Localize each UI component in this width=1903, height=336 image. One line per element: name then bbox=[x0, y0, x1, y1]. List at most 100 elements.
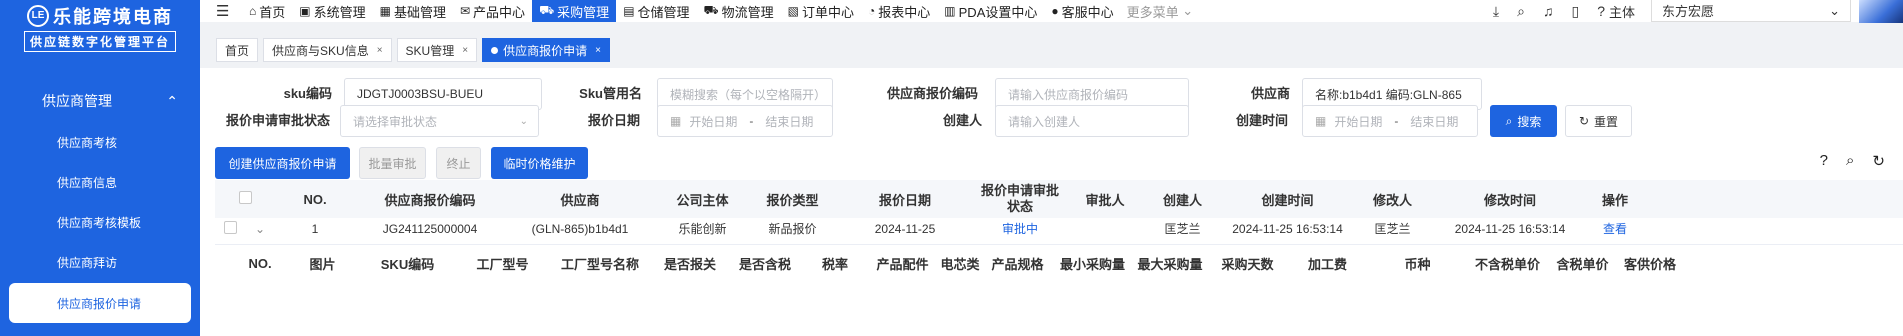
expand-row-icon[interactable]: ⌄ bbox=[245, 222, 275, 236]
tab-quote-request[interactable]: 供应商报价申请 × bbox=[482, 38, 610, 62]
nav-more-menu[interactable]: 更多菜单 ⌄ bbox=[1127, 0, 1194, 22]
temp-price-maintenance-button[interactable]: 临时价格维护 bbox=[491, 147, 588, 179]
batch-approve-button[interactable]: 批量审批 bbox=[359, 147, 426, 179]
sub-header-currency: 币种 bbox=[1404, 257, 1431, 272]
tab-label: 首页 bbox=[225, 43, 250, 58]
sidebar-item-label: 供应商考核模板 bbox=[57, 215, 142, 230]
cell-quote-type: 新品报价 bbox=[768, 222, 817, 236]
nav-item-home[interactable]: ⌂ 首页 bbox=[242, 0, 292, 22]
sidebar-item-supplier-assessment[interactable]: 供应商考核 bbox=[0, 122, 200, 162]
view-link[interactable]: 查看 bbox=[1590, 220, 1640, 237]
terminate-button[interactable]: 终止 bbox=[436, 147, 481, 179]
sidebar-submenu: 供应商考核 供应商信息 供应商考核模板 供应商拜访 供应商报价申请 bbox=[0, 122, 200, 323]
help-icon[interactable]: ? bbox=[1597, 3, 1605, 19]
header-company: 公司主体 bbox=[676, 192, 729, 208]
tab-home[interactable]: 首页 bbox=[216, 38, 259, 62]
sidebar-item-label: 供应商拜访 bbox=[57, 255, 118, 270]
search-icon[interactable]: ⌕ bbox=[1846, 152, 1854, 170]
hamburger-icon[interactable]: ☰ bbox=[216, 2, 242, 20]
nav-item-orders[interactable]: ▧ 订单中心 bbox=[781, 0, 861, 22]
nav-item-system[interactable]: ▣ 系统管理 bbox=[292, 0, 372, 22]
nav-label: 首页 bbox=[259, 4, 286, 20]
nav-label: 仓储管理 bbox=[637, 4, 690, 20]
quote-date-range[interactable]: ▦ 开始日期 - 结束日期 bbox=[657, 105, 833, 137]
table-row[interactable]: ⌄ 1 JG241125000004 (GLN-865)b1b4d1 乐能创新 … bbox=[215, 213, 1903, 245]
page-tabs: 首页 供应商与SKU信息 × SKU管理 × 供应商报价申请 × bbox=[200, 38, 610, 62]
top-navbar: ☰ ⌂ 首页 ▣ 系统管理 ▦ 基础管理 ✉ 产品中心 ⛟ 采购管理 ▤ 仓储管理 ⛟ 物流管… bbox=[200, 0, 1903, 23]
company-select-value: 东方宏愿 bbox=[1662, 4, 1715, 19]
nav-item-customer-service[interactable]: ● 客服中心 bbox=[1044, 0, 1120, 22]
sidebar-item-label: 供应商信息 bbox=[57, 175, 118, 190]
close-icon[interactable]: × bbox=[377, 45, 383, 56]
main-content: sku编码 JDGTJ0003BSU-BUEU Sku管用名 模糊搜索（每个以空… bbox=[200, 68, 1903, 336]
search-icon[interactable]: ⌕ bbox=[1517, 3, 1525, 20]
sub-header-min-qty: 最小采购量 bbox=[1059, 257, 1125, 272]
search-button[interactable]: ⌕ 搜索 bbox=[1490, 105, 1557, 137]
nav-item-warehouse[interactable]: ▤ 仓储管理 bbox=[616, 0, 696, 22]
nav-item-purchase[interactable]: ⛟ 采购管理 bbox=[532, 0, 617, 22]
sub-header-price-incl-tax: 含税单价 bbox=[1556, 257, 1609, 272]
cell-quote-date: 2024-11-25 bbox=[874, 221, 936, 236]
top-nav-menu: ⌂ 首页 ▣ 系统管理 ▦ 基础管理 ✉ 产品中心 ⛟ 采购管理 ▤ 仓储管理 ⛟ 物流管理 … bbox=[242, 0, 1193, 22]
create-time-range[interactable]: ▦ 开始日期 - 结束日期 bbox=[1302, 105, 1478, 137]
sub-header-no: NO. bbox=[248, 256, 272, 271]
user-icon: ● bbox=[1051, 4, 1059, 18]
nav-item-product[interactable]: ✉ 产品中心 bbox=[453, 0, 532, 22]
date-start-placeholder: 开始日期 bbox=[1334, 114, 1383, 129]
nav-label: PDA设置中心 bbox=[958, 4, 1038, 20]
sidebar-item-supplier-info[interactable]: 供应商信息 bbox=[0, 162, 200, 202]
select-all-checkbox[interactable] bbox=[238, 191, 252, 204]
search-button-label: 搜索 bbox=[1517, 114, 1542, 129]
bell-icon[interactable]: ♫ bbox=[1543, 3, 1554, 19]
tab-supplier-sku-info[interactable]: 供应商与SKU信息 × bbox=[263, 38, 392, 62]
reset-button[interactable]: ↻ 重置 bbox=[1565, 105, 1632, 137]
refresh-icon[interactable]: ↻ bbox=[1872, 152, 1885, 170]
nav-item-logistics[interactable]: ⛟ 物流管理 bbox=[697, 0, 781, 22]
sidebar-item-label: 供应商考核 bbox=[57, 135, 118, 150]
chevron-down-icon: ⌄ bbox=[1829, 2, 1840, 18]
header-quote-code: 供应商报价编码 bbox=[384, 192, 476, 208]
sub-header-factory-model-name: 工厂型号名称 bbox=[560, 257, 639, 272]
nav-label: 产品中心 bbox=[473, 4, 526, 20]
create-quote-request-button[interactable]: 创建供应商报价申请 bbox=[215, 147, 350, 179]
header-supplier: 供应商 bbox=[560, 192, 600, 208]
nav-item-reports[interactable]: ◔ 报表中心 bbox=[861, 0, 937, 22]
creator-input[interactable]: 请输入创建人 bbox=[995, 105, 1189, 137]
avatar[interactable] bbox=[1859, 0, 1903, 23]
help-icon[interactable]: ? bbox=[1820, 152, 1828, 170]
warehouse-icon: ▤ bbox=[623, 4, 635, 18]
creator-label: 创建人 bbox=[942, 113, 982, 128]
tab-sku-management[interactable]: SKU管理 × bbox=[396, 38, 478, 62]
truck-icon: ⛟ bbox=[539, 3, 555, 17]
refresh-icon: ↻ bbox=[1578, 114, 1590, 128]
approval-status-select[interactable]: 请选择审批状态 ⌄ bbox=[340, 105, 539, 137]
download-icon[interactable]: ⤓ bbox=[1493, 3, 1499, 20]
nav-item-basic[interactable]: ▦ 基础管理 bbox=[373, 0, 453, 22]
brand-logo[interactable]: LE 乐能跨境电商 供应链数字化管理平台 bbox=[0, 0, 200, 52]
sidebar-group-supplier-management[interactable]: 供应商管理 ⌃ bbox=[0, 80, 200, 122]
sidebar-group-label: 供应商管理 bbox=[42, 93, 112, 109]
sub-header-processing-fee: 加工费 bbox=[1307, 257, 1347, 272]
date-end-placeholder: 结束日期 bbox=[1410, 114, 1459, 129]
nav-item-pda[interactable]: ▥ PDA设置中心 bbox=[937, 0, 1044, 22]
sidebar-item-assessment-template[interactable]: 供应商考核模板 bbox=[0, 202, 200, 242]
close-icon[interactable]: × bbox=[462, 45, 468, 56]
nav-label: 客服中心 bbox=[1061, 4, 1114, 20]
close-icon[interactable]: × bbox=[595, 45, 601, 56]
row-checkbox[interactable] bbox=[223, 220, 237, 234]
company-select[interactable]: 东方宏愿 ⌄ bbox=[1651, 0, 1851, 22]
create-time-label: 创建时间 bbox=[1235, 113, 1288, 128]
tab-label: 供应商报价申请 bbox=[503, 43, 588, 58]
search-icon: ⌕ bbox=[1505, 113, 1513, 128]
sub-header-spec: 产品规格 bbox=[991, 257, 1044, 272]
sidebar-item-quote-request[interactable]: 供应商报价申请 bbox=[9, 283, 191, 323]
brand-title: 乐能跨境电商 bbox=[53, 6, 173, 27]
cell-approval-status[interactable]: 审批中 bbox=[975, 220, 1065, 237]
nav-label: 物流管理 bbox=[721, 4, 774, 20]
date-end-placeholder: 结束日期 bbox=[765, 114, 814, 129]
brand-mark-icon: LE bbox=[27, 4, 49, 27]
sidebar-item-supplier-visit[interactable]: 供应商拜访 bbox=[0, 242, 200, 282]
message-icon[interactable]: ▯ bbox=[1571, 3, 1579, 20]
home-icon: ⌂ bbox=[249, 4, 257, 18]
pda-icon: ▥ bbox=[944, 4, 956, 18]
